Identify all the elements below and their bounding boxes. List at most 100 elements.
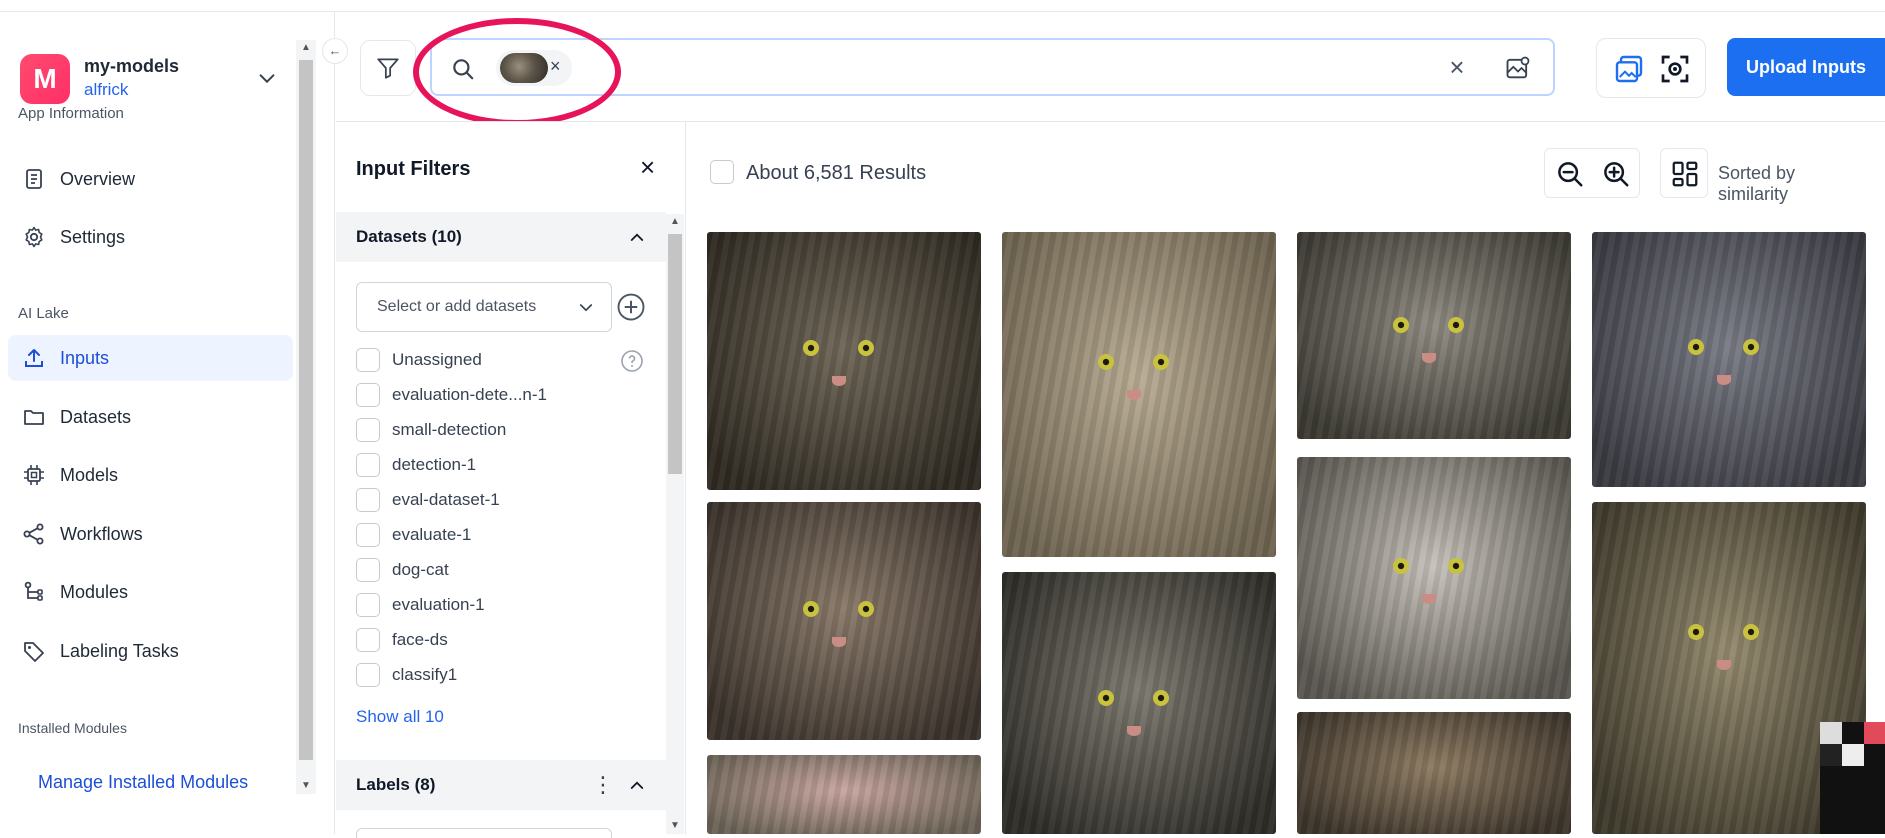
scroll-up-arrow[interactable]: ▲ xyxy=(296,40,316,56)
results-count: About 6,581 Results xyxy=(746,162,927,184)
sidebar-item-overview[interactable]: Overview xyxy=(8,156,293,202)
manage-installed-modules-link[interactable]: Manage Installed Modules xyxy=(38,772,248,793)
sort-label[interactable]: Sorted by similarity xyxy=(1718,163,1870,205)
section-label-app-info: App Information xyxy=(18,105,124,122)
dataset-option-label: small-detection xyxy=(392,420,507,439)
result-image-tile[interactable] xyxy=(1592,232,1866,487)
filters-title: Input Filters xyxy=(356,158,471,180)
cat-eye xyxy=(1447,557,1464,574)
kebab-menu-icon[interactable]: ⋮ xyxy=(592,772,614,798)
scrollbar-thumb[interactable] xyxy=(299,60,313,760)
remove-chip-button[interactable]: × xyxy=(550,56,561,77)
filters-scrollbar[interactable]: ▲ ▼ xyxy=(666,214,684,834)
checkbox[interactable] xyxy=(356,663,380,687)
chevron-up-icon[interactable] xyxy=(628,776,646,794)
cat-eye xyxy=(1152,690,1169,706)
app-user[interactable]: alfrick xyxy=(84,80,128,100)
checkbox[interactable] xyxy=(356,418,380,442)
result-image-tile[interactable] xyxy=(1297,712,1571,834)
checkbox[interactable] xyxy=(356,348,380,372)
cat-photo xyxy=(1002,572,1276,834)
sidebar-item-models[interactable]: Models xyxy=(8,452,293,498)
chevron-down-icon[interactable] xyxy=(256,68,278,90)
cat-eye xyxy=(1393,557,1410,574)
close-filters-button[interactable]: × xyxy=(640,152,655,183)
cat-eye xyxy=(1688,338,1705,355)
scroll-up-arrow[interactable]: ▲ xyxy=(666,214,684,230)
sidebar-scrollbar[interactable]: ▲ ▼ xyxy=(296,40,316,794)
cat-photo xyxy=(707,502,981,740)
help-icon[interactable] xyxy=(620,349,644,373)
zoom-in-icon[interactable] xyxy=(1601,159,1631,189)
checkbox[interactable] xyxy=(356,523,380,547)
dataset-option[interactable]: classify1 xyxy=(356,662,457,688)
dataset-option[interactable]: small-detection xyxy=(356,417,506,443)
select-all-checkbox[interactable] xyxy=(710,160,734,184)
result-image-tile[interactable] xyxy=(707,232,981,490)
dataset-option[interactable]: eval-dataset-1 xyxy=(356,487,500,513)
dataset-option[interactable]: face-ds xyxy=(356,627,448,653)
app-switcher[interactable]: M my-models alfrick xyxy=(20,52,285,112)
cat-eye xyxy=(857,601,874,618)
cat-eye xyxy=(857,340,874,357)
app-avatar: M xyxy=(20,54,70,104)
result-image-tile[interactable] xyxy=(707,755,981,834)
scrollbar-thumb[interactable] xyxy=(668,234,682,474)
labels-select[interactable] xyxy=(356,828,612,838)
checkbox[interactable] xyxy=(356,488,380,512)
result-image-tile[interactable] xyxy=(707,502,981,740)
chip-icon xyxy=(24,465,44,485)
result-image-tile[interactable] xyxy=(1002,232,1276,557)
zoom-out-icon[interactable] xyxy=(1555,159,1585,189)
scroll-down-arrow[interactable]: ▼ xyxy=(296,778,316,794)
sidebar-item-datasets[interactable]: Datasets xyxy=(8,394,293,440)
checkbox[interactable] xyxy=(356,383,380,407)
search-image-chip[interactable]: × xyxy=(496,50,572,86)
clear-search-button[interactable]: × xyxy=(1442,52,1472,82)
sidebar-item-workflows[interactable]: Workflows xyxy=(8,511,293,557)
folder-icon xyxy=(24,410,44,425)
checkbox[interactable] xyxy=(356,558,380,582)
dataset-option[interactable]: dog-cat xyxy=(356,557,449,583)
sidebar-item-modules[interactable]: Modules xyxy=(8,569,293,615)
dataset-select[interactable]: Select or add datasets xyxy=(356,282,612,332)
result-image-tile[interactable] xyxy=(1297,232,1571,439)
sidebar-item-settings[interactable]: Settings xyxy=(8,214,293,260)
search-mode-toolbar xyxy=(1596,38,1706,98)
result-image-tile[interactable] xyxy=(1002,572,1276,834)
cat-nose xyxy=(1716,660,1731,670)
grid-layout-button[interactable] xyxy=(1660,148,1708,198)
checkbox[interactable] xyxy=(356,593,380,617)
dataset-option[interactable]: evaluation-1 xyxy=(356,592,485,618)
add-dataset-icon[interactable] xyxy=(616,292,646,322)
dataset-option[interactable]: evaluate-1 xyxy=(356,522,471,548)
scroll-down-arrow[interactable]: ▼ xyxy=(666,818,684,834)
sidebar-item-label: Models xyxy=(60,464,119,485)
scan-icon[interactable] xyxy=(1659,53,1691,85)
gallery-icon[interactable] xyxy=(1613,53,1645,85)
search-bar[interactable]: × × xyxy=(430,38,1555,96)
image-search-icon[interactable] xyxy=(1504,54,1532,82)
dataset-option[interactable]: Unassigned xyxy=(356,347,482,373)
upload-icon xyxy=(25,349,43,367)
show-all-datasets-link[interactable]: Show all 10 xyxy=(356,707,444,727)
cat-photo xyxy=(1592,232,1866,487)
sidebar-item-labeling-tasks[interactable]: Labeling Tasks xyxy=(8,628,293,674)
grid-layout-icon xyxy=(1672,161,1698,187)
collapse-sidebar-button[interactable]: ← xyxy=(322,38,348,64)
sidebar-item-inputs[interactable]: Inputs xyxy=(8,335,293,381)
checkbox[interactable] xyxy=(356,628,380,652)
chevron-up-icon[interactable] xyxy=(628,228,646,246)
search-icon xyxy=(453,59,474,80)
result-image-tile[interactable] xyxy=(1297,457,1571,699)
corner-widget xyxy=(1820,722,1885,834)
datasets-section-header[interactable]: Datasets (10) xyxy=(336,212,666,262)
filter-toggle-button[interactable] xyxy=(360,40,416,96)
labels-section-title: Labels (8) xyxy=(356,775,436,794)
upload-inputs-button[interactable]: Upload Inputs xyxy=(1727,38,1885,96)
checkbox[interactable] xyxy=(356,453,380,477)
sidebar-item-label: Workflows xyxy=(60,523,143,544)
dataset-option[interactable]: evaluation-dete...n-1 xyxy=(356,382,547,408)
labels-section-header[interactable]: Labels (8) ⋮ xyxy=(336,760,666,810)
dataset-option[interactable]: detection-1 xyxy=(356,452,476,478)
